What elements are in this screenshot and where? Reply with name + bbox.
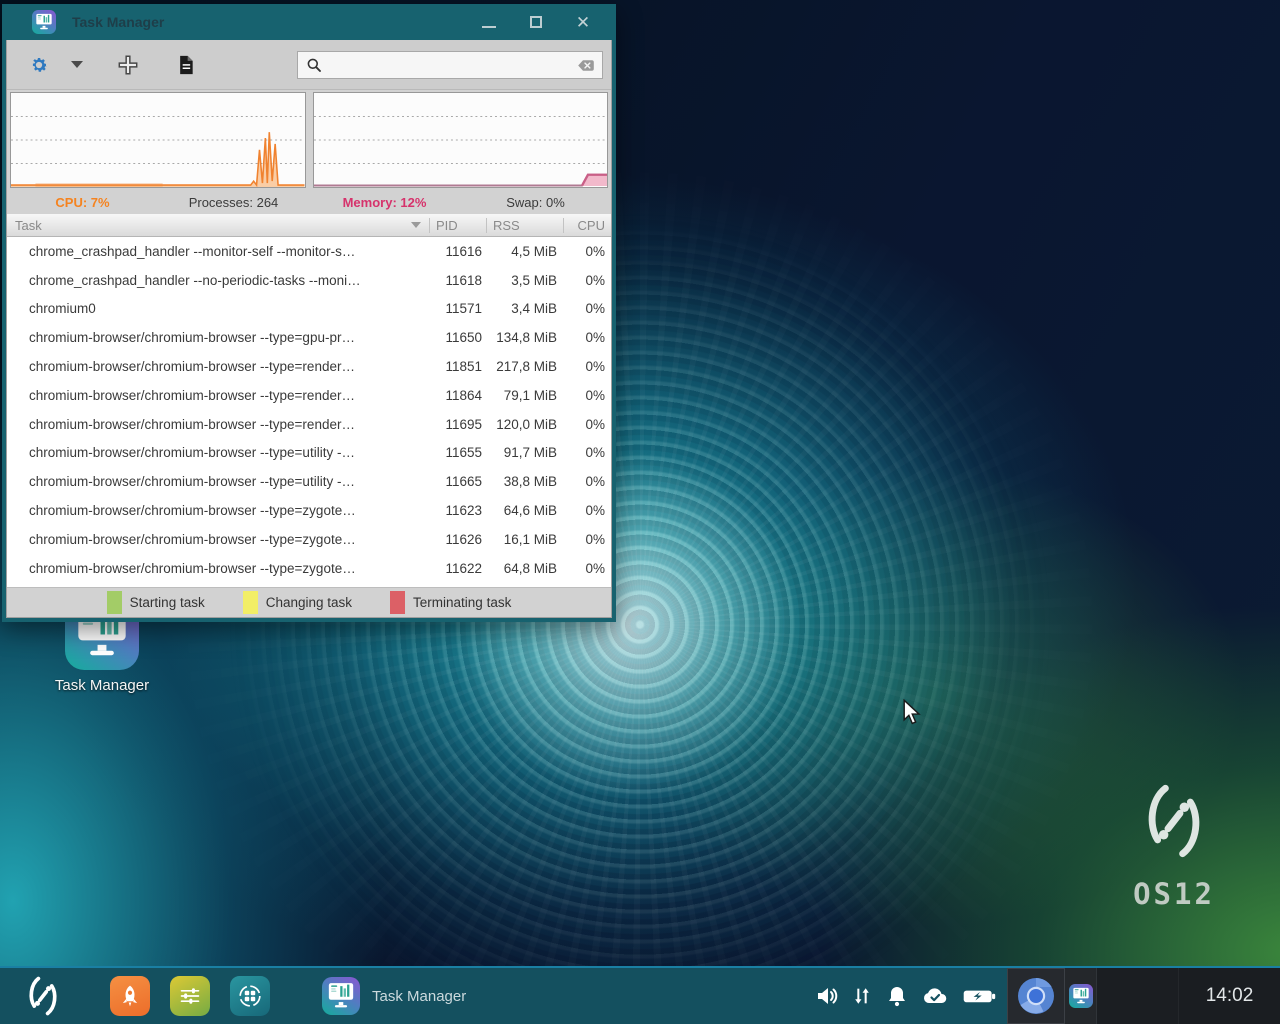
log-button[interactable] xyxy=(173,48,199,82)
minimize-button[interactable] xyxy=(474,9,504,35)
settings-button[interactable] xyxy=(25,48,53,82)
tray-task-manager-icon[interactable] xyxy=(1065,968,1097,1024)
toolbar xyxy=(7,40,611,90)
legend-terminating: Terminating task xyxy=(390,591,511,614)
column-rss[interactable]: RSS xyxy=(486,218,563,233)
chromium-icon xyxy=(1016,976,1056,1016)
desktop: OS12 Task Manager Task Manager ✕ xyxy=(0,0,1280,1024)
status-legend: Starting task Changing task Terminating … xyxy=(7,587,611,617)
notifications-button[interactable] xyxy=(885,984,909,1008)
app-grid-button[interactable] xyxy=(230,976,270,1016)
table-row[interactable]: chromium-browser/chromium-browser --type… xyxy=(7,439,611,468)
bell-icon xyxy=(885,984,909,1008)
pick-process-button[interactable] xyxy=(113,48,143,82)
cpu-graph xyxy=(10,92,306,188)
table-body: chrome_crashpad_handler --monitor-self -… xyxy=(7,237,611,587)
table-row[interactable]: chromium-browser/chromium-browser --type… xyxy=(7,554,611,583)
table-row[interactable]: chromium-browser/chromium-browser --type… xyxy=(7,496,611,525)
swap-stat: Swap: 0% xyxy=(460,195,611,210)
table-row[interactable]: chromium-browser/chromium-browser --type… xyxy=(7,381,611,410)
system-tray-zone: 14:02 xyxy=(1007,968,1280,1024)
taskbar-clock[interactable]: 14:02 xyxy=(1179,985,1280,1007)
close-icon: ✕ xyxy=(576,14,590,31)
task-manager-icon xyxy=(1069,984,1093,1008)
minimize-icon xyxy=(482,26,496,28)
os12-start-icon xyxy=(24,973,62,1019)
table-row[interactable]: chromium-browser/chromium-browser --type… xyxy=(7,467,611,496)
terminating-task-swatch xyxy=(390,591,405,614)
window-body: CPU: 7% Processes: 264 Memory: 12% Swap:… xyxy=(6,40,612,618)
maximize-button[interactable] xyxy=(521,9,551,35)
table-row[interactable]: chromium-browser/chromium-browser --type… xyxy=(7,352,611,381)
search-icon xyxy=(306,57,322,73)
column-pid[interactable]: PID xyxy=(429,218,486,233)
settings-dropdown-button[interactable] xyxy=(53,48,87,82)
table-row[interactable]: chromium0115713,4 MiB0% xyxy=(7,295,611,324)
table-row[interactable]: chromium-browser/chromium-browser --type… xyxy=(7,525,611,554)
battery-button[interactable] xyxy=(961,984,997,1008)
stats-row: CPU: 7% Processes: 264 Memory: 12% Swap:… xyxy=(7,190,611,214)
legend-changing: Changing task xyxy=(243,591,352,614)
memory-stat: Memory: 12% xyxy=(309,195,460,210)
legend-starting: Starting task xyxy=(107,591,205,614)
window-app-icon xyxy=(32,10,56,34)
window-title: Task Manager xyxy=(72,14,474,30)
cpu-stat: CPU: 7% xyxy=(7,195,158,210)
wallpaper-os-text: OS12 xyxy=(1126,877,1222,911)
volume-icon xyxy=(815,984,839,1008)
search-input[interactable] xyxy=(328,58,570,73)
starting-task-swatch xyxy=(107,591,122,614)
wallpaper-os-logo: OS12 xyxy=(1126,778,1222,911)
chevron-down-icon xyxy=(71,61,83,68)
transfer-arrows-icon xyxy=(851,984,873,1008)
desktop-icon-label: Task Manager xyxy=(50,677,154,694)
processes-stat: Processes: 264 xyxy=(158,195,309,210)
launcher-rocket-button[interactable] xyxy=(110,976,150,1016)
column-task[interactable]: Task xyxy=(7,218,429,233)
cloud-check-icon xyxy=(921,984,949,1008)
search-field[interactable] xyxy=(297,51,603,79)
sort-descending-icon xyxy=(411,222,421,228)
crosshair-icon xyxy=(117,54,139,76)
table-header: Task PID RSS CPU xyxy=(7,214,611,237)
clear-search-button[interactable] xyxy=(570,56,596,74)
backspace-icon xyxy=(571,57,595,74)
mouse-cursor xyxy=(902,699,922,725)
taskbar-item-task-manager[interactable]: Task Manager xyxy=(312,968,476,1024)
column-cpu[interactable]: CPU xyxy=(563,218,611,233)
table-row[interactable]: chromium-browser/chromium-browser --type… xyxy=(7,410,611,439)
gear-icon xyxy=(29,55,49,75)
task-manager-icon xyxy=(322,977,360,1015)
network-transfer-button[interactable] xyxy=(851,984,873,1008)
os12-logo-icon xyxy=(1135,778,1213,864)
table-row[interactable]: chromium-browser/chromium-browser --type… xyxy=(7,323,611,352)
cloud-sync-button[interactable] xyxy=(921,984,949,1008)
taskbar-item-chromium[interactable] xyxy=(1007,968,1065,1024)
table-row[interactable]: chrome_crashpad_handler --monitor-self -… xyxy=(7,237,611,266)
document-icon xyxy=(177,55,195,75)
table-row[interactable]: chrome_crashpad_handler --no-periodic-ta… xyxy=(7,266,611,295)
titlebar[interactable]: Task Manager ✕ xyxy=(6,4,612,40)
start-menu-button[interactable] xyxy=(22,975,64,1017)
graphs xyxy=(7,90,611,190)
rocket-icon xyxy=(117,983,143,1009)
process-table: Task PID RSS CPU chrome_crashpad_handler… xyxy=(7,214,611,587)
changing-task-swatch xyxy=(243,591,258,614)
app-grid-icon xyxy=(236,982,264,1010)
tray-spacer xyxy=(1097,968,1179,1024)
taskbar-item-label: Task Manager xyxy=(372,988,466,1005)
volume-button[interactable] xyxy=(815,984,839,1008)
taskbar: Task Manager xyxy=(0,966,1280,1024)
task-manager-window: Task Manager ✕ xyxy=(2,4,616,622)
maximize-icon xyxy=(530,16,542,28)
settings-tweaks-button[interactable] xyxy=(170,976,210,1016)
battery-charging-icon xyxy=(961,984,997,1008)
memory-graph xyxy=(313,92,609,188)
close-button[interactable]: ✕ xyxy=(568,9,598,35)
sliders-icon xyxy=(177,983,203,1009)
